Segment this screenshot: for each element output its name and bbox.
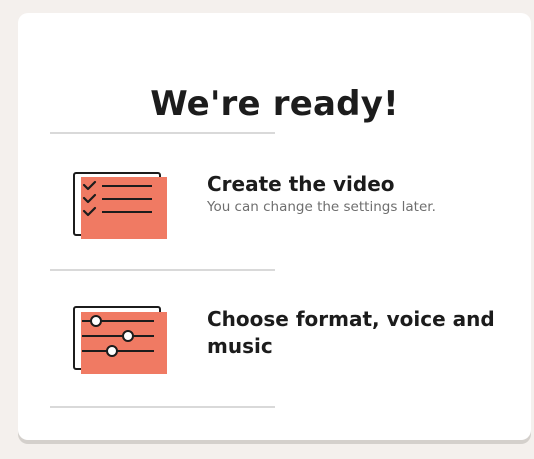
option-text: Choose format, voice and music [207, 306, 507, 360]
checklist-icon [73, 172, 167, 239]
ready-card: We're ready! Create the video You can ch… [18, 13, 531, 440]
option-text: Create the video You can change the sett… [207, 171, 507, 216]
option-title: Choose format, voice and music [207, 307, 495, 358]
divider [50, 269, 275, 271]
divider [50, 406, 275, 408]
option-subtitle: You can change the settings later. [207, 199, 436, 215]
option-title: Create the video [207, 172, 395, 196]
page-title: We're ready! [150, 84, 399, 124]
create-video-option[interactable]: Create the video You can change the sett… [70, 165, 510, 245]
choose-format-option[interactable]: Choose format, voice and music [70, 303, 510, 383]
divider [50, 132, 275, 134]
sliders-icon [73, 306, 167, 374]
